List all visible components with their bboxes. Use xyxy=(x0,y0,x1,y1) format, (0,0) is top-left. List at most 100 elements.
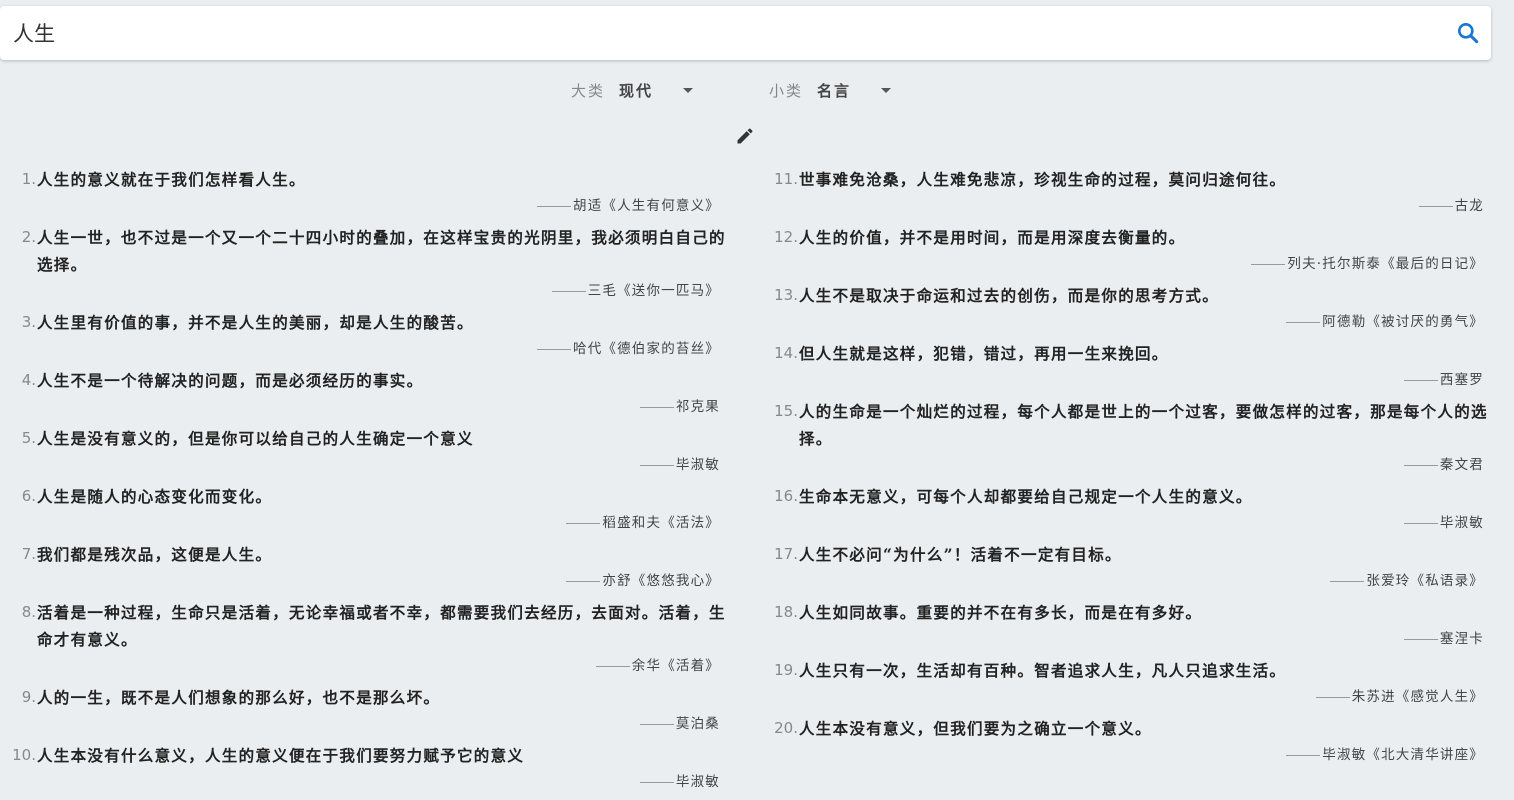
quote-item[interactable]: 5. 人生是没有意义的，但是你可以给自己的人生确定一个意义毕淑敏 xyxy=(0,425,726,474)
author-dash xyxy=(1330,581,1365,582)
quote-text: 我们都是残次品，这便是人生。 xyxy=(37,545,273,564)
quote-list-right: 11. 世事难免沧桑，人生难免悲凉，珍视生命的过程，莫问归途何往。 古龙 12. 人生的… xyxy=(762,166,1490,773)
quote-text: 活着是一种过程，生命只是活着，无论幸福或者不幸，都需要我们去经历，去面对。活着，… xyxy=(37,603,726,649)
quote-line: 14. 但人生就是这样，犯错，错过，再用一生来挽回。 xyxy=(762,340,1490,367)
author-name: 祁克果 xyxy=(675,399,720,415)
quote-item[interactable]: 19. 人生只有一次，生活却有百种。智者追求人生，凡人只追求生活。 朱苏进《感觉人生… xyxy=(762,657,1490,706)
quote-item[interactable]: 14. 但人生就是这样，犯错，错过，再用一生来挽回。西塞罗 xyxy=(762,340,1490,389)
quote-item[interactable]: 9. 人的一生，既不是人们想象的那么好，也不是那么坏。莫泊桑 xyxy=(0,684,726,733)
quote-item[interactable]: 16. 生命本无意义，可每个人却都要给自己规定一个人生的意义。毕淑敏 xyxy=(762,483,1490,532)
quote-number: 3. xyxy=(21,313,36,331)
quote-number: 13. xyxy=(774,286,798,304)
author-name: 毕淑敏 xyxy=(675,457,720,473)
quote-line: 3. 人生里有价值的事，并不是人生的美丽，却是人生的酸苦。 xyxy=(0,309,726,336)
quote-text: 人生是没有意义的，但是你可以给自己的人生确定一个意义 xyxy=(37,429,474,448)
author-name: 莫泊桑 xyxy=(675,716,720,732)
quote-item[interactable]: 17. 人生不必问“为什么”！活着不一定有目标。 张爱玲《私语录》 xyxy=(762,541,1490,590)
author-name: 亦舒《悠悠我心》 xyxy=(602,573,720,589)
subcategory-select[interactable]: 小类 名言 xyxy=(769,78,892,102)
quote-number: 4. xyxy=(21,371,36,389)
quote-author: 张爱玲《私语录》 xyxy=(762,572,1490,590)
quote-author: 秦文君 xyxy=(762,456,1490,474)
author-dash xyxy=(1403,523,1438,524)
quote-author: 三毛《送你一匹马》 xyxy=(0,282,726,300)
category-select[interactable]: 大类 现代 xyxy=(571,78,694,102)
quote-text: 世事难免沧桑，人生难免悲凉，珍视生命的过程，莫问归途何往。 xyxy=(799,170,1287,189)
quote-number: 16. xyxy=(774,487,798,505)
quote-line: 5. 人生是没有意义的，但是你可以给自己的人生确定一个意义 xyxy=(0,425,726,452)
quote-text: 人生里有价值的事，并不是人生的美丽，却是人生的酸苦。 xyxy=(37,313,474,332)
quote-text: 人的生命是一个灿烂的过程，每个人都是世上的一个过客，要做怎样的过客，那是每个人的… xyxy=(799,402,1488,448)
author-dash xyxy=(1403,465,1438,466)
filter-bar: 大类 现代 小类 名言 xyxy=(0,78,1514,102)
author-dash xyxy=(1403,380,1438,381)
quote-number: 1. xyxy=(21,170,36,188)
quote-text: 人的一生，既不是人们想象的那么好，也不是那么坏。 xyxy=(37,688,441,707)
quote-number: 11. xyxy=(774,170,798,188)
quote-item[interactable]: 20. 人生本没有意义，但我们要为之确立一个意义。 毕淑敏《北大清华讲座》 xyxy=(762,715,1490,764)
author-name: 朱苏进《感觉人生》 xyxy=(1351,689,1484,705)
quote-line: 10. 人生本没有什么意义，人生的意义便在于我们要努力赋予它的意义 xyxy=(0,742,726,769)
quote-text: 人生的价值，并不是用时间，而是用深度去衡量的。 xyxy=(799,228,1186,247)
author-name: 列夫·托尔斯泰《最后的日记》 xyxy=(1287,256,1484,272)
author-name: 西塞罗 xyxy=(1439,372,1484,388)
author-name: 张爱玲《私语录》 xyxy=(1366,573,1484,589)
search-bar xyxy=(0,6,1491,60)
author-name: 三毛《送你一匹马》 xyxy=(587,283,720,299)
author-dash xyxy=(537,349,571,350)
pencil-icon[interactable] xyxy=(735,126,755,146)
quote-item[interactable]: 7. 我们都是残次品，这便是人生。 亦舒《悠悠我心》 xyxy=(0,541,726,590)
quote-item[interactable]: 3. 人生里有价值的事，并不是人生的美丽，却是人生的酸苦。哈代《德伯家的苔丝》 xyxy=(0,309,726,358)
quote-text: 人生不是取决于命运和过去的创伤，而是你的思考方式。 xyxy=(799,286,1220,305)
quote-line: 1. 人生的意义就在于我们怎样看人生。 xyxy=(0,166,726,193)
quote-number: 19. xyxy=(774,661,798,679)
quote-item[interactable]: 4. 人生不是一个待解决的问题，而是必须经历的事实。祁克果 xyxy=(0,367,726,416)
quote-text: 生命本无意义，可每个人却都要给自己规定一个人生的意义。 xyxy=(799,487,1253,506)
quote-item[interactable]: 15. 人的生命是一个灿烂的过程，每个人都是世上的一个过客，要做怎样的过客，那是每… xyxy=(762,398,1490,474)
author-name: 塞涅卡 xyxy=(1439,631,1484,647)
quote-item[interactable]: 1. 人生的意义就在于我们怎样看人生。胡适《人生有何意义》 xyxy=(0,166,726,215)
quote-number: 2. xyxy=(21,228,36,246)
chevron-down-icon xyxy=(881,87,892,93)
category-value: 现代 xyxy=(619,81,654,100)
author-name: 古龙 xyxy=(1454,198,1484,214)
quote-line: 13. 人生不是取决于命运和过去的创伤，而是你的思考方式。 xyxy=(762,282,1490,309)
quote-text: 但人生就是这样，犯错，错过，再用一生来挽回。 xyxy=(799,344,1169,363)
quote-item[interactable]: 6. 人生是随人的心态变化而变化。 稻盛和夫《活法》 xyxy=(0,483,726,532)
quote-number: 18. xyxy=(774,603,798,621)
quote-item[interactable]: 13. 人生不是取决于命运和过去的创伤，而是你的思考方式。 阿德勒《被讨厌的勇气》 xyxy=(762,282,1490,331)
search-input[interactable] xyxy=(13,18,1413,48)
quote-item[interactable]: 12. 人生的价值，并不是用时间，而是用深度去衡量的。 列夫·托尔斯泰《最后的日记》 xyxy=(762,224,1490,273)
author-name: 胡适《人生有何意义》 xyxy=(573,198,720,214)
quote-item[interactable]: 8. 活着是一种过程，生命只是活着，无论幸福或者不幸，都需要我们去经历，去面对。活… xyxy=(0,599,726,675)
quote-author: 西塞罗 xyxy=(762,371,1490,389)
quote-number: 6. xyxy=(21,487,36,505)
quote-item[interactable]: 11. 世事难免沧桑，人生难免悲凉，珍视生命的过程，莫问归途何往。古龙 xyxy=(762,166,1490,215)
author-name: 毕淑敏 xyxy=(675,774,720,790)
author-dash xyxy=(566,581,601,582)
author-dash xyxy=(1418,206,1453,207)
quote-item[interactable]: 18. 人生如同故事。重要的并不在有多长，而是在有多好。 塞涅卡 xyxy=(762,599,1490,648)
quote-text: 人生的意义就在于我们怎样看人生。 xyxy=(37,170,306,189)
quote-item[interactable]: 10. 人生本没有什么意义，人生的意义便在于我们要努力赋予它的意义毕淑敏 xyxy=(0,742,726,791)
author-name: 秦文君 xyxy=(1439,457,1484,473)
subcategory-label: 小类 xyxy=(769,81,804,100)
quote-author: 祁克果 xyxy=(0,398,726,416)
quote-item[interactable]: 2. 人生一世，也不过是一个又一个二十四小时的叠加，在这样宝贵的光阴里，我必须明白… xyxy=(0,224,726,300)
quote-author: 胡适《人生有何意义》 xyxy=(0,197,726,215)
quote-line: 9. 人的一生，既不是人们想象的那么好，也不是那么坏。 xyxy=(0,684,726,711)
quote-line: 4. 人生不是一个待解决的问题，而是必须经历的事实。 xyxy=(0,367,726,394)
author-dash xyxy=(537,206,571,207)
author-dash xyxy=(639,465,674,466)
quote-author: 毕淑敏 xyxy=(0,456,726,474)
quote-author: 稻盛和夫《活法》 xyxy=(0,514,726,532)
search-icon[interactable] xyxy=(1455,20,1481,46)
quote-number: 8. xyxy=(21,603,36,621)
quote-author: 莫泊桑 xyxy=(0,715,726,733)
quote-text: 人生不是一个待解决的问题，而是必须经历的事实。 xyxy=(37,371,424,390)
quote-author: 毕淑敏 xyxy=(762,514,1490,532)
quote-author: 哈代《德伯家的苔丝》 xyxy=(0,340,726,358)
author-dash xyxy=(1286,755,1321,756)
author-dash xyxy=(639,407,674,408)
author-dash xyxy=(1315,697,1350,698)
